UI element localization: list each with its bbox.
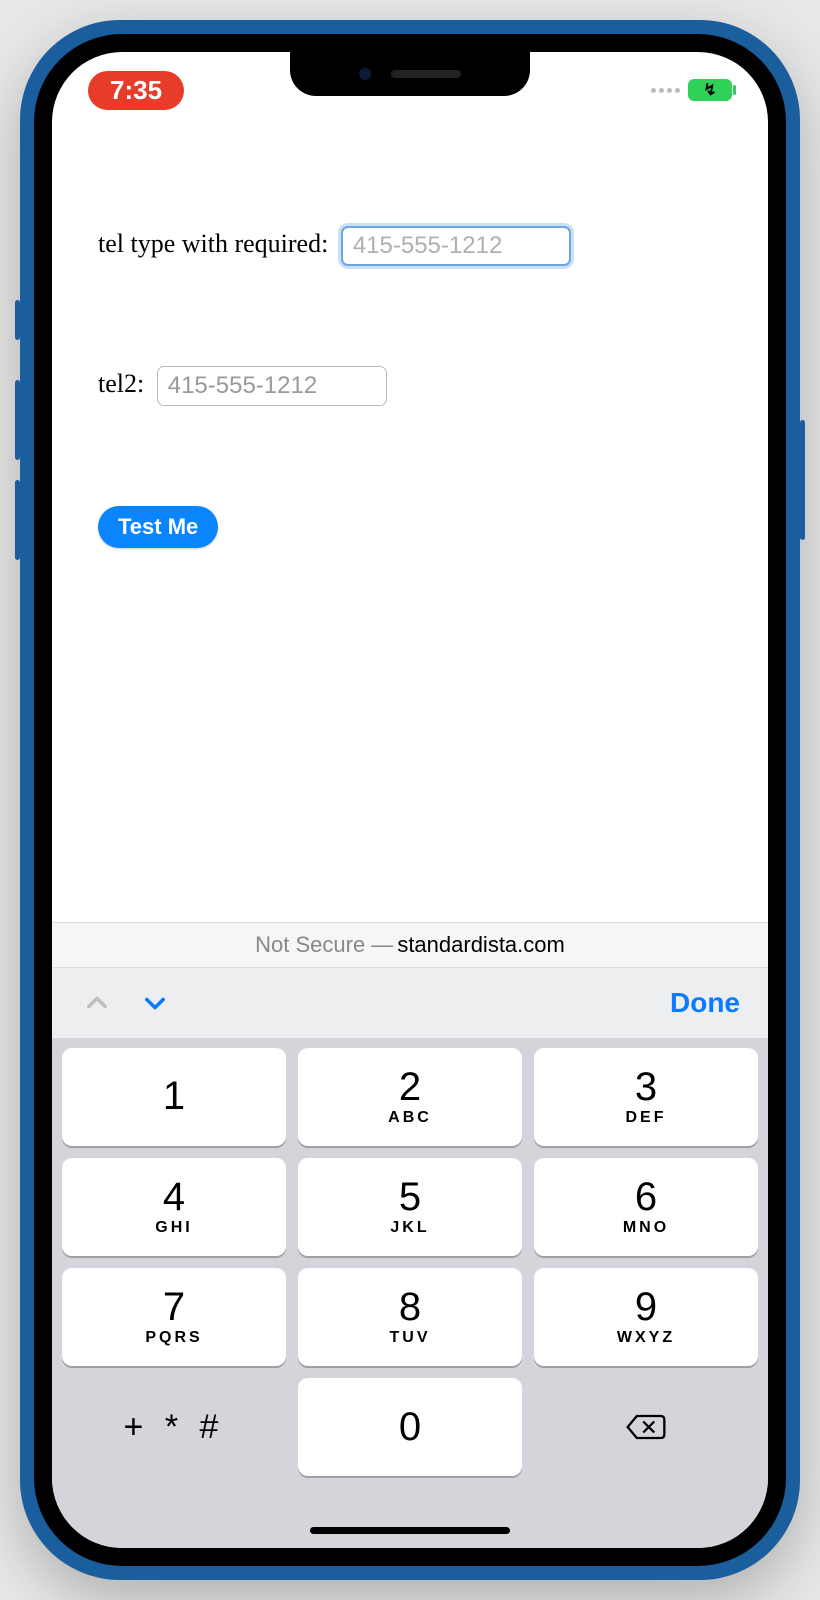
key-0[interactable]: 0 [298,1378,522,1476]
numeric-keypad: 1 2ABC 3DEF 4GHI 5JKL 6MNO 7PQRS 8TUV 9W… [52,1038,768,1548]
key-7[interactable]: 7PQRS [62,1268,286,1366]
phone-device: 7:35 ↯ tel type with required: tel2: Tes… [20,20,800,1580]
prev-field-button [80,986,114,1020]
key-8[interactable]: 8TUV [298,1268,522,1366]
backspace-icon [624,1405,668,1449]
key-symbols[interactable]: + * # [62,1378,286,1476]
status-time-recording[interactable]: 7:35 [88,71,184,110]
tel1-label: tel type with required: [98,229,335,258]
key-5[interactable]: 5JKL [298,1158,522,1256]
battery-charging-icon: ↯ [688,79,732,101]
tel1-input[interactable] [341,226,571,266]
url-domain: standardista.com [397,932,565,958]
page-content: tel type with required: tel2: Test Me [52,116,768,922]
key-1[interactable]: 1 [62,1048,286,1146]
url-security-label: Not Secure — [255,932,393,958]
device-notch [290,52,530,96]
test-me-button[interactable]: Test Me [98,506,218,548]
next-field-button[interactable] [138,986,172,1020]
key-6[interactable]: 6MNO [534,1158,758,1256]
keyboard-accessory-bar: Done [52,968,768,1038]
key-3[interactable]: 3DEF [534,1048,758,1146]
key-4[interactable]: 4GHI [62,1158,286,1256]
tel2-label: tel2: [98,369,151,398]
home-indicator[interactable] [310,1527,510,1534]
cellular-dots-icon [651,88,680,93]
key-delete[interactable] [534,1378,758,1476]
key-2[interactable]: 2ABC [298,1048,522,1146]
key-9[interactable]: 9WXYZ [534,1268,758,1366]
tel2-input[interactable] [157,366,387,406]
browser-url-bar[interactable]: Not Secure — standardista.com [52,922,768,968]
keyboard-done-button[interactable]: Done [670,987,740,1019]
